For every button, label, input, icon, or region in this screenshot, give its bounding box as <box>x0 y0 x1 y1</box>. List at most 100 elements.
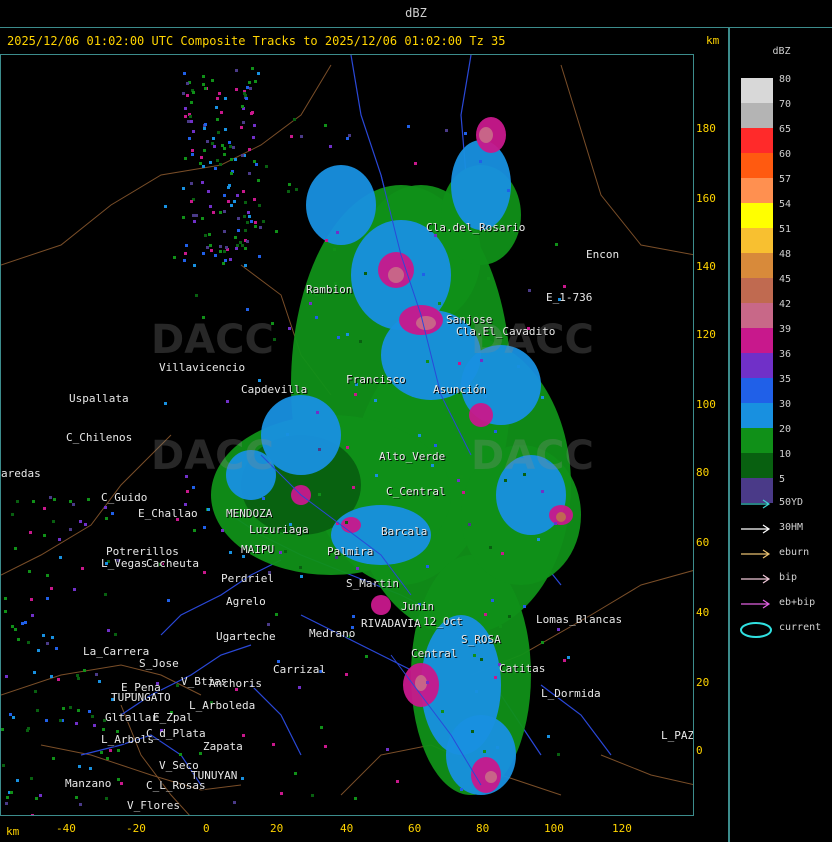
x-tick-label: 20 <box>270 822 284 835</box>
radar-speckle <box>352 486 355 489</box>
radar-speckle <box>216 118 219 121</box>
radar-speckle <box>75 796 78 799</box>
radar-speckle <box>10 791 13 794</box>
radar-speckle <box>294 772 297 775</box>
radar-speckle <box>233 200 236 203</box>
radar-speckle <box>43 534 46 537</box>
radar-speckle <box>464 132 467 135</box>
legend-dbz-label: 45 <box>779 274 792 285</box>
place-label: L_Vegas <box>101 557 148 570</box>
place-label: E_1-736 <box>546 291 593 304</box>
window-title: dBZ <box>405 6 427 20</box>
radar-speckle <box>537 578 540 581</box>
legend-dbz-label: 20 <box>779 424 792 435</box>
legend-track-key: eburn <box>739 547 831 561</box>
radar-speckle <box>32 500 35 503</box>
radar-speckle <box>219 211 222 214</box>
radar-speckle <box>223 194 226 197</box>
radar-speckle <box>203 149 206 152</box>
radar-speckle <box>537 538 540 541</box>
radar-speckle <box>234 236 237 239</box>
radar-speckle <box>242 121 245 124</box>
radar-speckle <box>216 97 219 100</box>
radar-speckle <box>214 167 217 170</box>
radar-speckle <box>222 262 225 265</box>
radar-speckle <box>107 629 110 632</box>
radar-speckle <box>458 362 461 365</box>
radar-speckle <box>227 200 230 203</box>
place-label: C_d_Plata <box>146 727 206 740</box>
radar-speckle <box>480 658 483 661</box>
radar-speckle <box>191 149 194 152</box>
radar-speckle <box>209 161 212 164</box>
radar-speckle <box>203 526 206 529</box>
radar-speckle <box>484 613 487 616</box>
legend-color-swatch <box>741 128 773 153</box>
radar-speckle <box>228 184 231 187</box>
legend-track-label: eburn <box>779 547 810 558</box>
radar-speckle <box>190 200 193 203</box>
radar-speckle <box>248 81 251 84</box>
radar-speckle <box>354 797 357 800</box>
radar-speckle <box>235 247 238 250</box>
x-axis-unit: km <box>6 825 20 838</box>
radar-speckle <box>315 316 318 319</box>
radar-speckle <box>218 92 221 95</box>
radar-speckle <box>104 593 107 596</box>
radar-speckle <box>184 252 187 255</box>
place-label: Asunción <box>433 383 486 396</box>
radar-map[interactable]: DACC DACC DACC DACC Cla.del_Rosario Encon… <box>0 54 694 816</box>
radar-speckle <box>354 393 357 396</box>
radar-speckle <box>91 715 94 718</box>
place-label: Junin <box>401 600 435 613</box>
current-cell-ellipse-icon <box>740 622 772 638</box>
track-arrow-icon <box>741 549 771 559</box>
radar-speckle <box>219 250 222 253</box>
radar-speckle <box>290 135 293 138</box>
radar-speckle <box>186 490 189 493</box>
radar-speckle <box>243 215 246 218</box>
radar-speckle <box>460 475 463 478</box>
radar-speckle <box>555 243 558 246</box>
radar-speckle <box>185 244 188 247</box>
legend-color-swatch <box>741 153 773 178</box>
radar-speckle <box>228 141 231 144</box>
radar-speckle <box>249 87 252 90</box>
radar-speckle <box>51 636 54 639</box>
radar-speckle <box>325 239 328 242</box>
radar-speckle <box>207 508 210 511</box>
radar-speckle <box>462 491 465 494</box>
track-arrow-icon <box>741 599 771 609</box>
watermark-logo-text: DACC <box>151 433 274 479</box>
radar-speckle <box>217 131 220 134</box>
radar-speckle <box>62 707 65 710</box>
radar-speckle <box>202 252 205 255</box>
radar-speckle <box>190 101 193 104</box>
radar-speckle <box>53 498 56 501</box>
product-header-text: 2025/12/06 01:02:00 UTC Composite Tracks… <box>7 34 506 48</box>
product-header: 2025/12/06 01:02:00 UTC Composite Tracks… <box>0 28 728 54</box>
radar-speckle <box>202 165 205 168</box>
radar-speckle <box>6 796 9 799</box>
radar-speckle <box>192 91 195 94</box>
radar-speckle <box>252 136 255 139</box>
radar-speckle <box>241 777 244 780</box>
radar-speckle <box>563 659 566 662</box>
place-label: Villavicencio <box>159 361 246 374</box>
radar-speckle <box>483 750 486 753</box>
place-label: Agrelo <box>226 595 266 608</box>
radar-speckle <box>212 137 215 140</box>
legend-color-swatch <box>741 253 773 278</box>
radar-speckle <box>239 241 242 244</box>
place-label: TUNUYAN <box>191 769 238 782</box>
radar-speckle <box>95 673 98 676</box>
place-label: Rambion <box>306 283 353 296</box>
legend-dbz-label: 54 <box>779 199 792 210</box>
radar-speckle <box>50 587 53 590</box>
radar-speckle <box>346 333 349 336</box>
place-label: Barcala <box>381 525 428 538</box>
radar-speckle <box>102 728 105 731</box>
radar-speckle <box>248 215 251 218</box>
radar-speckle <box>280 792 283 795</box>
radar-speckle <box>164 205 167 208</box>
